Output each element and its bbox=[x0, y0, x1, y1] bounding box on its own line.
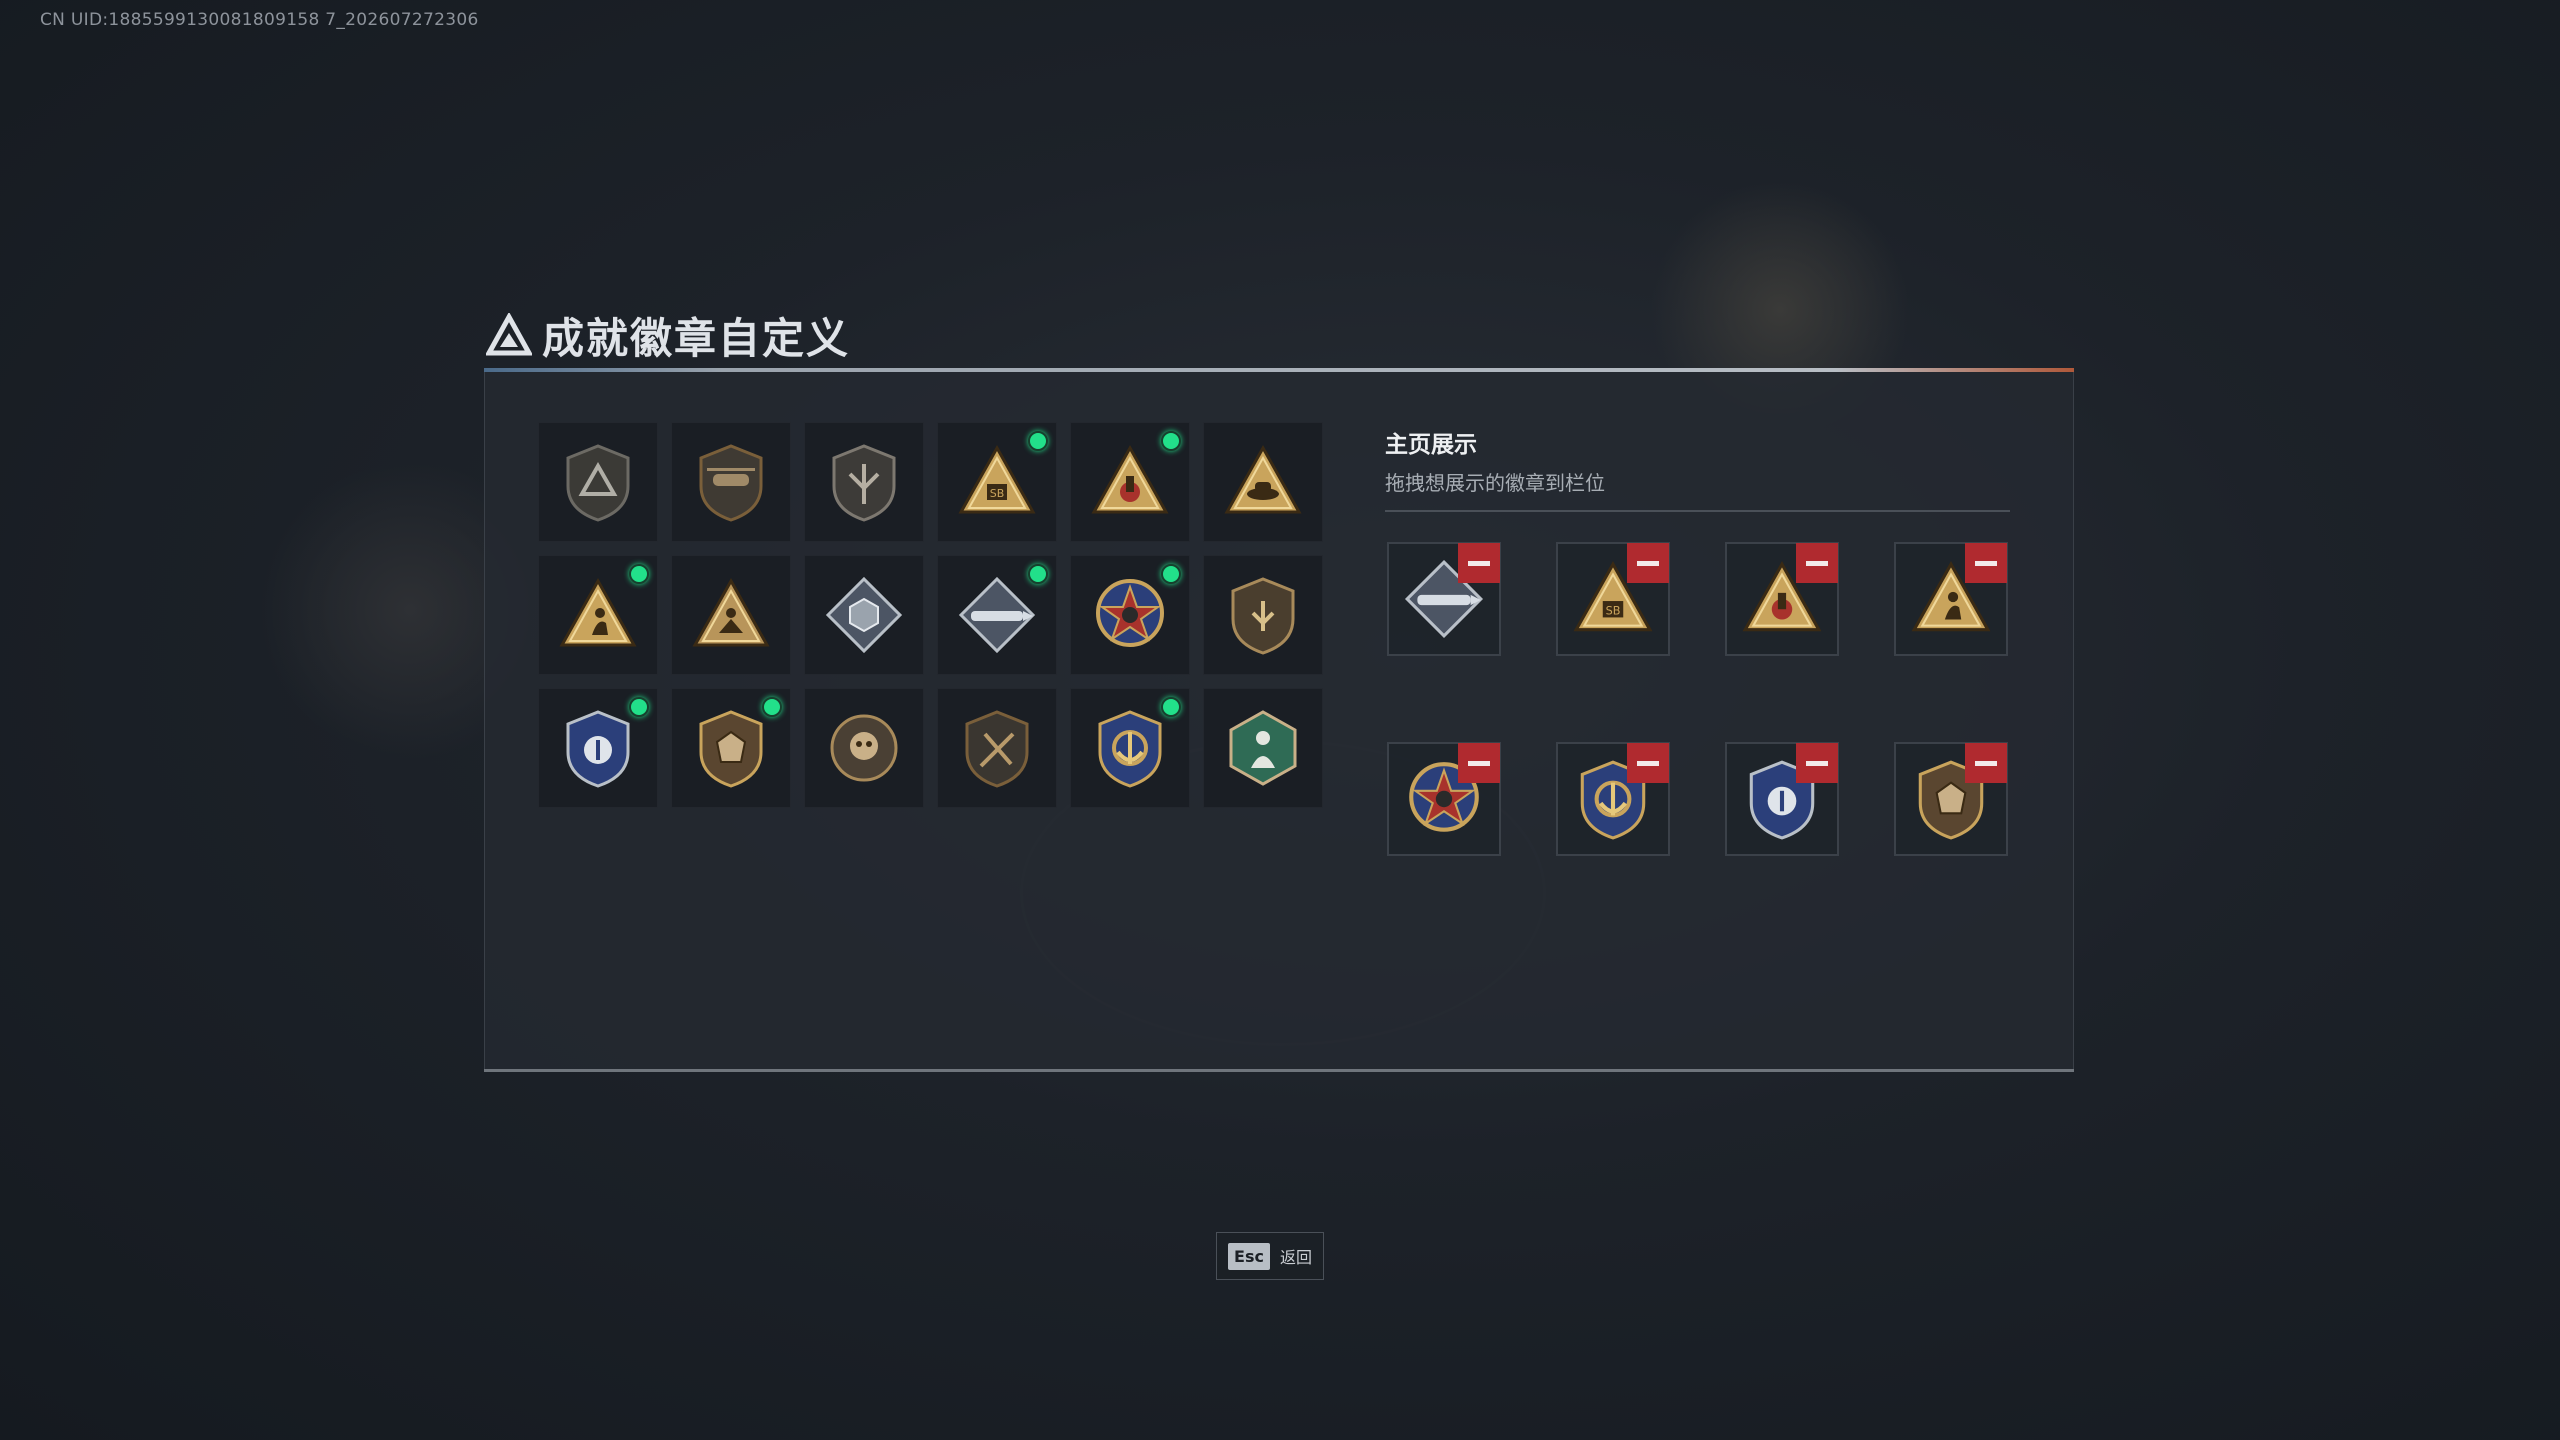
hat-triangle-badge-icon bbox=[1224, 444, 1302, 514]
showcase-slot[interactable]: SB bbox=[1556, 542, 1670, 656]
showcase-slot[interactable] bbox=[1556, 742, 1670, 856]
badge-cell[interactable] bbox=[1070, 688, 1190, 808]
badge-cell[interactable] bbox=[937, 555, 1057, 675]
remove-badge-button[interactable] bbox=[1965, 543, 2007, 583]
new-indicator-dot bbox=[1161, 431, 1181, 451]
remove-badge-button[interactable] bbox=[1796, 743, 1838, 783]
sb-triangle-badge-icon: SB bbox=[958, 444, 1036, 514]
badge-cell[interactable] bbox=[1203, 688, 1323, 808]
showcase-subtitle: 拖拽想展示的徽章到栏位 bbox=[1385, 473, 1605, 495]
badge-cell[interactable] bbox=[538, 688, 658, 808]
skull-round-badge-icon bbox=[830, 714, 898, 782]
bronze-shield-badge-icon bbox=[1231, 577, 1295, 655]
showcase-slot[interactable] bbox=[1894, 742, 2008, 856]
rocket-diamond-badge-icon bbox=[958, 576, 1036, 654]
badge-cell[interactable] bbox=[671, 555, 791, 675]
shield-triangle-badge-icon bbox=[566, 444, 630, 522]
back-label: 返回 bbox=[1279, 1250, 1312, 1267]
badge-cell[interactable] bbox=[1070, 555, 1190, 675]
new-indicator-dot bbox=[1028, 564, 1048, 584]
badge-cell[interactable] bbox=[1203, 555, 1323, 675]
remove-badge-button[interactable] bbox=[1458, 543, 1500, 583]
minus-icon bbox=[1806, 760, 1828, 766]
badge-cell[interactable] bbox=[937, 688, 1057, 808]
showcase-slot[interactable] bbox=[1387, 742, 1501, 856]
uid-label: CN UID:1885599130081809158 7_20260727230… bbox=[40, 10, 479, 30]
minus-icon bbox=[1975, 560, 1997, 566]
remove-badge-button[interactable] bbox=[1965, 743, 2007, 783]
new-indicator-dot bbox=[762, 697, 782, 717]
minus-icon bbox=[1468, 760, 1490, 766]
minus-icon bbox=[1637, 760, 1659, 766]
minus-icon bbox=[1806, 560, 1828, 566]
crouching-figure-triangle-badge-icon bbox=[559, 577, 637, 647]
red-star-medal-badge-icon bbox=[1096, 579, 1164, 647]
bronze-crest-shield-badge-icon bbox=[699, 710, 763, 788]
showcase-divider bbox=[1385, 510, 2010, 512]
winged-figure-triangle-badge-icon bbox=[692, 577, 770, 647]
crossed-rifle-shield-badge-icon bbox=[965, 710, 1029, 788]
blue-police-badge-icon bbox=[566, 710, 630, 788]
minus-icon bbox=[1637, 560, 1659, 566]
new-indicator-dot bbox=[629, 697, 649, 717]
badge-cell[interactable] bbox=[671, 422, 791, 542]
showcase-header: 主页展示 拖拽想展示的徽章到栏位 bbox=[1385, 425, 2010, 512]
header: 成就徽章自定义 bbox=[486, 305, 850, 366]
svg-text:SB: SB bbox=[990, 487, 1005, 500]
badge-grid: SB bbox=[538, 422, 1323, 808]
panel-bottom-border bbox=[484, 1069, 2074, 1072]
showcase-slot[interactable] bbox=[1725, 742, 1839, 856]
hand-triangle-badge-icon bbox=[1091, 444, 1169, 514]
badge-cell[interactable]: SB bbox=[937, 422, 1057, 542]
page-title: 成就徽章自定义 bbox=[542, 315, 851, 362]
remove-badge-button[interactable] bbox=[1627, 543, 1669, 583]
new-indicator-dot bbox=[629, 564, 649, 584]
esc-key-icon: Esc bbox=[1228, 1242, 1270, 1270]
back-button[interactable]: Esc 返回 bbox=[1216, 1232, 1324, 1280]
badge-cell[interactable] bbox=[804, 555, 924, 675]
new-indicator-dot bbox=[1161, 564, 1181, 584]
badge-cell[interactable] bbox=[538, 555, 658, 675]
remove-badge-button[interactable] bbox=[1627, 743, 1669, 783]
new-indicator-dot bbox=[1028, 431, 1048, 451]
remove-badge-button[interactable] bbox=[1796, 543, 1838, 583]
badge-cell[interactable] bbox=[671, 688, 791, 808]
showcase-title: 主页展示 bbox=[1385, 431, 1477, 457]
showcase-slots: SB bbox=[1387, 542, 2008, 856]
svg-text:SB: SB bbox=[1606, 604, 1621, 617]
cube-diamond-badge-icon bbox=[825, 576, 903, 654]
showcase-slot[interactable] bbox=[1725, 542, 1839, 656]
minus-icon bbox=[1468, 560, 1490, 566]
showcase-slot[interactable] bbox=[1894, 542, 2008, 656]
new-indicator-dot bbox=[1161, 697, 1181, 717]
minus-icon bbox=[1975, 760, 1997, 766]
helicopter-shield-badge-icon bbox=[699, 444, 763, 522]
remove-badge-button[interactable] bbox=[1458, 743, 1500, 783]
badge-cell[interactable] bbox=[804, 688, 924, 808]
anchor-star-medal-badge-icon bbox=[1098, 710, 1162, 788]
green-hexagon-figure-badge-icon bbox=[1229, 710, 1297, 786]
showcase-slot[interactable] bbox=[1387, 542, 1501, 656]
triangle-logo-icon bbox=[486, 312, 532, 355]
badge-cell[interactable] bbox=[804, 422, 924, 542]
badge-cell[interactable] bbox=[1070, 422, 1190, 542]
badge-cell[interactable] bbox=[538, 422, 658, 542]
winged-shield-badge-icon bbox=[832, 444, 896, 522]
badge-cell[interactable] bbox=[1203, 422, 1323, 542]
